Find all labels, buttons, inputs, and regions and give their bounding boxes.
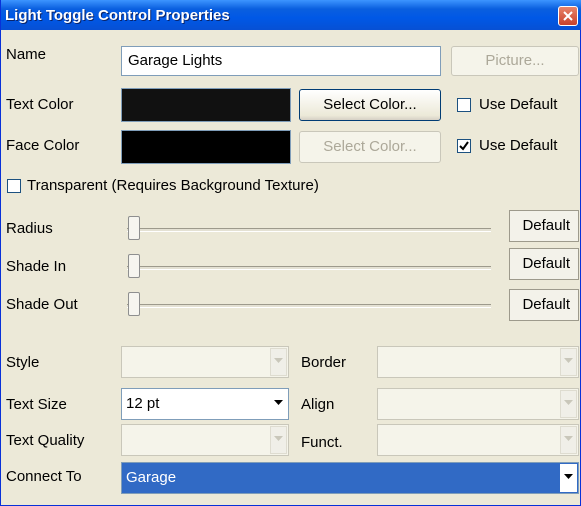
transparent-checkbox[interactable] (7, 179, 21, 193)
chevron-down-icon (274, 436, 283, 441)
chevron-down-icon (564, 436, 573, 441)
align-label: Align (301, 396, 335, 413)
face-color-swatch (121, 130, 291, 164)
shade-out-default-button[interactable]: Default (509, 289, 579, 321)
style-label: Style (6, 354, 40, 371)
shade-in-slider-thumb[interactable] (128, 254, 140, 278)
text-quality-select[interactable] (121, 424, 289, 456)
connect-to-value: Garage (126, 469, 177, 486)
shade-in-default-button[interactable]: Default (509, 248, 579, 280)
picture-button[interactable]: Picture... (451, 46, 579, 76)
properties-dialog: Light Toggle Control Properties Name Gar… (0, 0, 581, 506)
chevron-down-icon (564, 400, 573, 405)
radius-default-button[interactable]: Default (509, 210, 579, 242)
text-color-use-default-checkbox[interactable] (457, 98, 471, 112)
name-input[interactable]: Garage Lights (121, 46, 441, 76)
face-color-use-default-checkbox[interactable] (457, 139, 471, 153)
chevron-down-icon (564, 474, 573, 479)
shade-in-slider-track[interactable] (127, 266, 491, 270)
title-bar[interactable]: Light Toggle Control Properties (1, 0, 581, 30)
text-color-use-default-label: Use Default (479, 96, 558, 113)
chevron-down-icon (564, 358, 573, 363)
connect-to-dropdown-button[interactable] (560, 464, 577, 492)
text-color-swatch (121, 88, 291, 122)
close-button[interactable] (558, 6, 578, 26)
connect-to-select[interactable]: Garage (121, 462, 579, 494)
shade-out-slider-thumb[interactable] (128, 292, 140, 316)
border-select[interactable] (377, 346, 579, 378)
border-label: Border (301, 354, 347, 371)
radius-label: Radius (6, 220, 53, 237)
funct-dropdown-button[interactable] (560, 426, 577, 454)
align-select[interactable] (377, 388, 579, 420)
style-dropdown-button[interactable] (270, 348, 287, 376)
text-color-label: Text Color (6, 96, 74, 113)
align-dropdown-button[interactable] (560, 390, 577, 418)
funct-select[interactable] (377, 424, 579, 456)
text-size-label: Text Size (6, 396, 67, 413)
text-quality-label: Text Quality (6, 432, 85, 449)
chevron-down-icon (274, 400, 283, 405)
face-color-select-button[interactable]: Select Color... (299, 131, 441, 163)
checkmark-icon (459, 141, 469, 151)
close-icon (563, 11, 573, 21)
shade-out-label: Shade Out (6, 296, 78, 313)
face-color-label: Face Color (6, 137, 80, 154)
shade-out-slider-track[interactable] (127, 304, 491, 308)
radius-slider-track[interactable] (127, 228, 491, 232)
face-color-use-default-label: Use Default (479, 137, 558, 154)
name-label: Name (6, 46, 47, 63)
text-size-dropdown-button[interactable] (270, 390, 287, 418)
transparent-label: Transparent (Requires Background Texture… (27, 177, 319, 194)
window-title: Light Toggle Control Properties (5, 7, 230, 24)
shade-in-label: Shade In (6, 258, 67, 275)
border-dropdown-button[interactable] (560, 348, 577, 376)
radius-slider-thumb[interactable] (128, 216, 140, 240)
text-color-select-button[interactable]: Select Color... (299, 89, 441, 121)
funct-label: Funct. (301, 434, 343, 451)
text-size-select[interactable]: 12 pt (121, 388, 289, 420)
connect-to-label: Connect To (6, 468, 82, 485)
text-quality-dropdown-button[interactable] (270, 426, 287, 454)
text-size-value: 12 pt (126, 395, 160, 412)
style-select[interactable] (121, 346, 289, 378)
chevron-down-icon (274, 358, 283, 363)
